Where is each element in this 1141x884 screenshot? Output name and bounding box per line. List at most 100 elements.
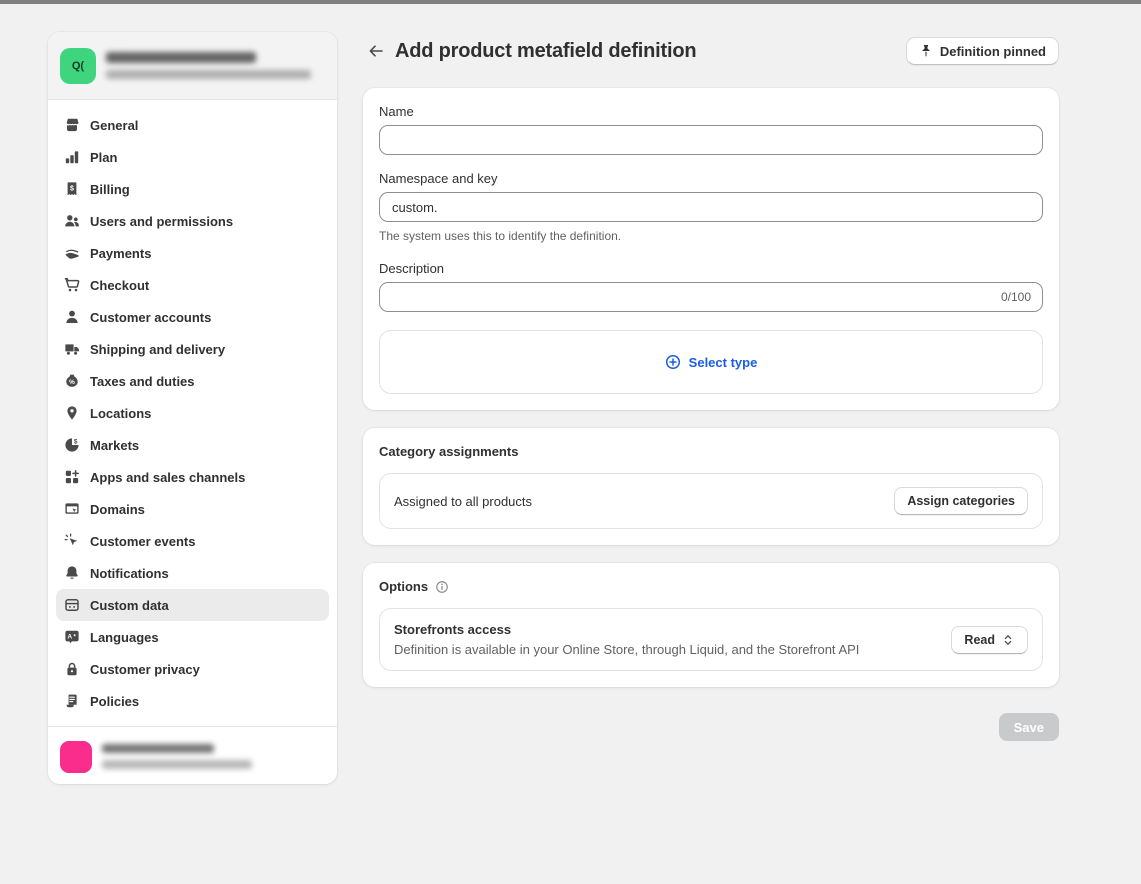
plus-circle-icon — [665, 354, 681, 370]
sidebar-item-checkout[interactable]: Checkout — [56, 269, 329, 301]
billing-icon: $ — [64, 181, 80, 197]
svg-text:%: % — [69, 379, 75, 386]
save-button[interactable]: Save — [999, 713, 1059, 741]
sidebar-item-languages[interactable]: A* Languages — [56, 621, 329, 653]
sidebar-item-label: Languages — [90, 630, 159, 645]
payments-icon — [64, 245, 80, 261]
category-assignments-heading: Category assignments — [379, 444, 518, 459]
sidebar-item-label: Payments — [90, 246, 151, 261]
sidebar-item-label: Domains — [90, 502, 145, 517]
name-input[interactable] — [379, 125, 1043, 155]
main-content: Add product metafield definition Definit… — [363, 32, 1059, 741]
sidebar-item-taxes-and-duties[interactable]: % Taxes and duties — [56, 365, 329, 397]
page-title: Add product metafield definition — [395, 40, 906, 63]
namespace-key-input[interactable] — [379, 192, 1043, 222]
sidebar-item-label: Customer accounts — [90, 310, 211, 325]
sidebar-item-label: Customer events — [90, 534, 195, 549]
options-heading: Options — [379, 579, 428, 594]
description-input[interactable] — [379, 282, 1043, 312]
storefronts-access-description: Definition is available in your Online S… — [394, 642, 859, 657]
definition-form-card: Name Namespace and key The system uses t… — [363, 88, 1059, 410]
info-icon[interactable] — [435, 580, 449, 594]
sidebar-item-plan[interactable]: Plan — [56, 141, 329, 173]
sidebar-item-general[interactable]: General — [56, 109, 329, 141]
namespace-label: Namespace and key — [379, 171, 1043, 186]
lock-icon — [64, 661, 80, 677]
select-type-button[interactable]: Select type — [665, 354, 758, 370]
svg-text:$: $ — [70, 185, 74, 192]
sidebar-item-customer-events[interactable]: Customer events — [56, 525, 329, 557]
sidebar-item-label: Custom data — [90, 598, 169, 613]
sidebar-item-customer-privacy[interactable]: Customer privacy — [56, 653, 329, 685]
svg-text:$: $ — [74, 439, 78, 446]
window-top-strip — [0, 0, 1141, 4]
back-button[interactable] — [363, 39, 387, 63]
svg-text:A: A — [67, 633, 72, 640]
sidebar-item-shipping-and-delivery[interactable]: Shipping and delivery — [56, 333, 329, 365]
sidebar-item-users-and-permissions[interactable]: Users and permissions — [56, 205, 329, 237]
assign-categories-button[interactable]: Assign categories — [894, 487, 1028, 515]
user-email-redacted — [102, 760, 252, 769]
sidebar-item-apps-and-sales-channels[interactable]: Apps and sales channels — [56, 461, 329, 493]
sidebar-item-markets[interactable]: $ Markets — [56, 429, 329, 461]
sidebar-item-label: Apps and sales channels — [90, 470, 245, 485]
sidebar-item-label: Taxes and duties — [90, 374, 195, 389]
sidebar-item-label: Billing — [90, 182, 130, 197]
category-assignments-card: Category assignments Assigned to all pro… — [363, 428, 1059, 545]
store-icon — [64, 117, 80, 133]
sidebar-item-billing[interactable]: $ Billing — [56, 173, 329, 205]
store-name-redacted — [106, 52, 256, 63]
user-account-row[interactable] — [48, 726, 337, 784]
sidebar-item-label: Checkout — [90, 278, 149, 293]
storefront-access-select[interactable]: Read — [951, 626, 1028, 654]
store-domain-redacted — [106, 70, 311, 79]
browser-icon — [64, 501, 80, 517]
sidebar-item-label: General — [90, 118, 138, 133]
policy-doc-icon — [64, 693, 80, 709]
sidebar-item-label: Locations — [90, 406, 151, 421]
map-pin-icon — [64, 405, 80, 421]
settings-sidebar: Q( General Plan $ Billing Users and permissi… — [48, 32, 337, 784]
users-icon — [64, 213, 80, 229]
sidebar-item-label: Notifications — [90, 566, 169, 581]
sidebar-item-label: Policies — [90, 694, 139, 709]
cursor-click-icon — [64, 533, 80, 549]
person-icon — [64, 309, 80, 325]
user-name-redacted — [102, 744, 214, 753]
arrow-left-icon — [367, 43, 383, 59]
storefronts-access-title: Storefronts access — [394, 622, 859, 637]
sidebar-item-notifications[interactable]: Notifications — [56, 557, 329, 589]
sidebar-item-label: Customer privacy — [90, 662, 200, 677]
store-header[interactable]: Q( — [48, 32, 337, 100]
category-assignment-status: Assigned to all products — [394, 494, 532, 509]
truck-icon — [64, 341, 80, 357]
store-avatar: Q( — [60, 48, 96, 84]
pin-icon — [919, 44, 933, 58]
definition-pinned-button[interactable]: Definition pinned — [906, 37, 1059, 65]
sidebar-item-domains[interactable]: Domains — [56, 493, 329, 525]
translate-icon: A* — [64, 629, 80, 645]
sidebar-item-policies[interactable]: Policies — [56, 685, 329, 717]
sidebar-item-label: Shipping and delivery — [90, 342, 225, 357]
sidebar-item-customer-accounts[interactable]: Customer accounts — [56, 301, 329, 333]
sidebar-item-label: Markets — [90, 438, 139, 453]
sidebar-item-locations[interactable]: Locations — [56, 397, 329, 429]
taxes-bag-icon: % — [64, 373, 80, 389]
sidebar-nav: General Plan $ Billing Users and permissions… — [48, 100, 337, 726]
apps-grid-icon — [64, 469, 80, 485]
select-type-box: Select type — [379, 330, 1043, 394]
bell-icon — [64, 565, 80, 581]
page-header: Add product metafield definition Definit… — [363, 32, 1059, 70]
sidebar-item-payments[interactable]: Payments — [56, 237, 329, 269]
user-avatar — [60, 741, 92, 773]
globe-dollar-icon: $ — [64, 437, 80, 453]
description-label: Description — [379, 261, 1043, 276]
sidebar-item-custom-data[interactable]: Custom data — [56, 589, 329, 621]
database-drawer-icon — [64, 597, 80, 613]
checkout-cart-icon — [64, 277, 80, 293]
options-card: Options Storefronts access Definition is… — [363, 563, 1059, 687]
sidebar-item-label: Plan — [90, 150, 117, 165]
description-char-counter: 0/100 — [1001, 290, 1031, 304]
namespace-help-text: The system uses this to identify the def… — [379, 229, 1043, 243]
name-label: Name — [379, 104, 1043, 119]
